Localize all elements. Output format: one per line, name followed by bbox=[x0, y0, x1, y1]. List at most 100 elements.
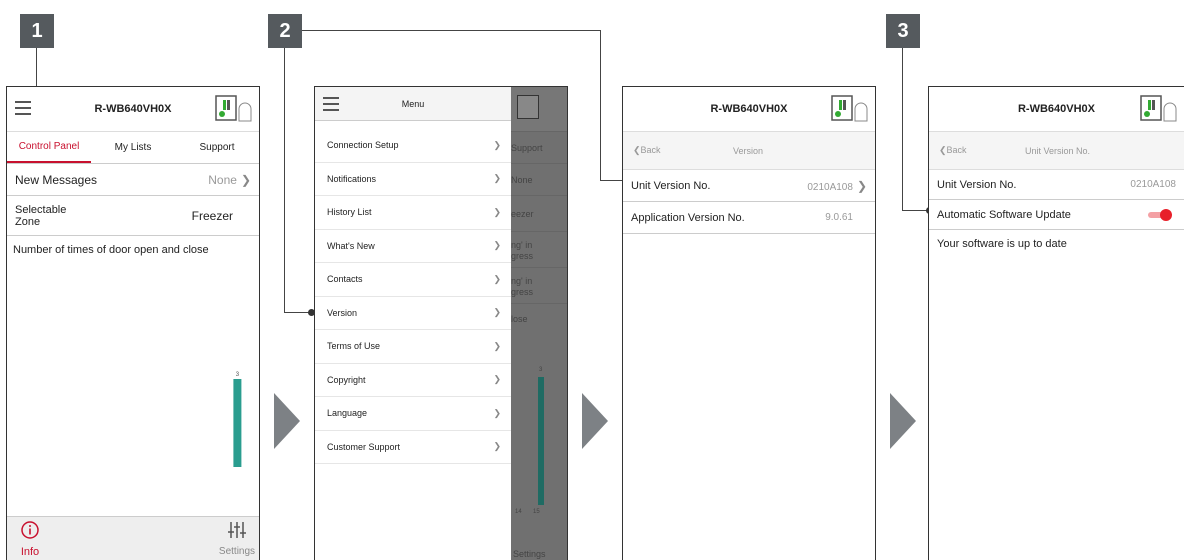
back-button[interactable]: ❮Back bbox=[939, 145, 967, 156]
app-header: R-WB640VH0X bbox=[929, 87, 1184, 132]
app-version-label: Application Version No. bbox=[631, 211, 745, 224]
hamburger-menu-icon[interactable] bbox=[15, 101, 31, 115]
step-badge-3: 3 bbox=[886, 14, 920, 48]
door-open-chart: 14/71516171819202122323 bbox=[233, 372, 242, 467]
selectable-zone-row[interactable]: Selectable Zone Freezer bbox=[7, 196, 259, 236]
menu-item-customer-support[interactable]: Customer Support ❯ bbox=[315, 431, 511, 464]
next-arrow-1 bbox=[274, 393, 300, 449]
app-version-row: Application Version No. 9.0.61 bbox=[623, 202, 875, 234]
chart-data-label-9: 3 bbox=[236, 372, 240, 378]
bg-close-text: lose bbox=[511, 314, 528, 324]
sub-header: ❮Back Version bbox=[623, 132, 875, 170]
model-title: R-WB640VH0X bbox=[710, 103, 788, 115]
selectable-zone-value: Freezer bbox=[191, 208, 233, 223]
bg-chart-bar bbox=[538, 377, 544, 505]
screen-control-panel: R-WB640VH0X Control Panel My Lists Suppo… bbox=[6, 86, 260, 560]
callout-line-3a bbox=[902, 48, 903, 210]
chart-heading: Number of times of door open and close bbox=[13, 244, 209, 256]
chevron-right-icon: ❯ bbox=[856, 178, 867, 193]
menu-item-label: History List bbox=[327, 207, 372, 218]
hamburger-menu-icon[interactable] bbox=[323, 97, 339, 111]
sub-header: ❮Back Unit Version No. bbox=[929, 132, 1184, 170]
model-title: R-WB640VH0X bbox=[94, 103, 172, 115]
chevron-right-icon: ❯ bbox=[493, 374, 501, 385]
chevron-right-icon: ❯ bbox=[493, 407, 501, 418]
unit-version-row[interactable]: Unit Version No. 0210A108 ❯ bbox=[623, 170, 875, 202]
menu-title: Menu bbox=[401, 98, 425, 109]
menu-item-label: Copyright bbox=[327, 374, 366, 385]
app-version-value: 9.0.61 bbox=[825, 212, 853, 223]
info-tab[interactable]: Info bbox=[15, 521, 45, 558]
menu-item-version[interactable]: Version ❯ bbox=[315, 297, 511, 330]
chevron-right-icon: ❯ bbox=[493, 139, 501, 150]
new-messages-label: New Messages bbox=[15, 172, 98, 187]
chart-bar-9 bbox=[233, 379, 242, 467]
menu-item-terms-of-use[interactable]: Terms of Use ❯ bbox=[315, 330, 511, 364]
menu-item-label: What's New bbox=[327, 240, 375, 251]
chevron-left-icon: ❮ bbox=[939, 145, 947, 155]
fridge-status-icon[interactable] bbox=[831, 95, 869, 123]
menu-list: Connection Setup ❯ Notifications ❯ History L… bbox=[315, 121, 511, 464]
bg-support-tab: Support bbox=[511, 132, 567, 164]
menu-item-label: Version bbox=[327, 307, 358, 318]
settings-label: Settings bbox=[218, 546, 256, 557]
menu-drawer: Menu Connection Setup ❯ Notifications ❯ Hist… bbox=[315, 87, 511, 560]
tab-support[interactable]: Support bbox=[175, 132, 259, 163]
callout-line-2a bbox=[284, 48, 285, 312]
menu-item-label: Notifications bbox=[327, 173, 377, 184]
chevron-left-icon: ❮ bbox=[633, 145, 641, 155]
menu-item-label: Terms of Use bbox=[327, 341, 381, 352]
bg-freezer-value: eezer bbox=[511, 196, 567, 232]
next-arrow-2 bbox=[582, 393, 608, 449]
menu-item-contacts[interactable]: Contacts ❯ bbox=[315, 263, 511, 297]
menu-item-label: Language bbox=[327, 408, 368, 419]
bg-x-label-1: 14 bbox=[515, 509, 522, 515]
model-title: R-WB640VH0X bbox=[1017, 103, 1096, 115]
fridge-status-icon[interactable] bbox=[1140, 95, 1178, 123]
auto-update-toggle[interactable] bbox=[1148, 208, 1172, 221]
settings-tab[interactable]: Settings bbox=[215, 521, 259, 557]
main-tabs: Control Panel My Lists Support bbox=[7, 132, 259, 164]
menu-item-notifications[interactable]: Notifications ❯ bbox=[315, 163, 511, 196]
app-header: R-WB640VH0X bbox=[623, 87, 875, 132]
bg-bar-label: 3 bbox=[539, 367, 543, 373]
unit-version-label: Unit Version No. bbox=[937, 178, 1017, 191]
unit-version-row: Unit Version No. 0210A108 bbox=[929, 170, 1184, 200]
bg-progress-2: ng' in gress bbox=[511, 268, 567, 304]
menu-item-language[interactable]: Language ❯ bbox=[315, 397, 511, 431]
bg-settings-label: Settings bbox=[513, 549, 546, 559]
screen-unit-version: R-WB640VH0X ❮Back Unit Version No. Unit … bbox=[928, 86, 1184, 560]
tab-control-panel[interactable]: Control Panel bbox=[7, 132, 91, 163]
chevron-right-icon: ❯ bbox=[493, 273, 501, 284]
sub-header-title: Unit Version No. bbox=[1025, 145, 1091, 156]
info-icon bbox=[21, 521, 39, 539]
sub-header-title: Version bbox=[733, 145, 764, 156]
bg-progress-1: ng' in gress bbox=[511, 232, 567, 268]
new-messages-value: None bbox=[208, 172, 237, 187]
back-button[interactable]: ❮Back bbox=[633, 145, 661, 156]
chevron-right-icon: ❯ bbox=[493, 240, 501, 251]
unit-version-value: 0210A108 bbox=[1130, 179, 1176, 190]
menu-item-label: Customer Support bbox=[327, 441, 401, 452]
selectable-zone-label: Selectable Zone bbox=[15, 203, 67, 228]
app-header: R-WB640VH0X bbox=[7, 87, 259, 132]
fridge-status-icon[interactable] bbox=[215, 95, 253, 123]
step-badge-2: 2 bbox=[268, 14, 302, 48]
step-badge-1: 1 bbox=[20, 14, 54, 48]
menu-item-label: Contacts bbox=[327, 274, 363, 285]
tab-my-lists[interactable]: My Lists bbox=[91, 132, 175, 163]
menu-item-connection-setup[interactable]: Connection Setup ❯ bbox=[315, 129, 511, 163]
settings-sliders-icon bbox=[228, 522, 246, 538]
new-messages-row[interactable]: New Messages None ❯ bbox=[7, 164, 259, 196]
menu-item-copyright[interactable]: Copyright ❯ bbox=[315, 364, 511, 397]
menu-item-label: Connection Setup bbox=[327, 140, 399, 151]
screen-menu: Support None eezer ng' in gress ng' in gre… bbox=[314, 86, 568, 560]
menu-item-what-s-new[interactable]: What's New ❯ bbox=[315, 230, 511, 263]
auto-update-row: Automatic Software Update bbox=[929, 200, 1184, 230]
chevron-right-icon: ❯ bbox=[240, 172, 251, 187]
chevron-right-icon: ❯ bbox=[493, 441, 501, 452]
callout-line-1 bbox=[36, 48, 37, 90]
menu-item-history-list[interactable]: History List ❯ bbox=[315, 196, 511, 230]
update-status-text: Your software is up to date bbox=[937, 238, 1067, 250]
unit-version-label: Unit Version No. bbox=[631, 179, 711, 192]
